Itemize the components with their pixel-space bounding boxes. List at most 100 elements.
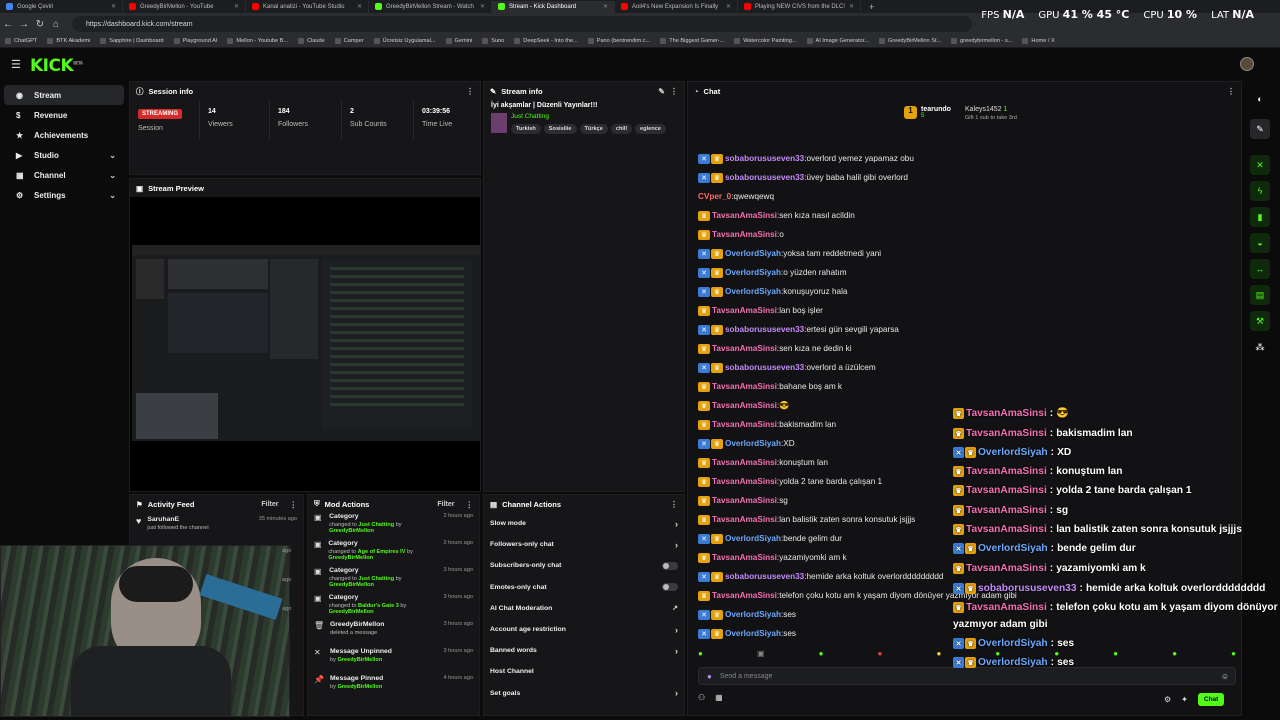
emote-icon[interactable]: ● — [878, 649, 883, 658]
bookmark[interactable]: Home / X — [1017, 38, 1059, 44]
emote-icon[interactable]: ● — [936, 649, 941, 658]
close-icon[interactable]: ✕ — [603, 3, 608, 10]
more-icon[interactable]: ⋮ — [670, 500, 678, 509]
ban-icon[interactable]: ✕ — [1250, 155, 1270, 175]
browser-tab[interactable]: Kanal analizi - YouTube Studio ✕ — [246, 0, 369, 13]
chat-username[interactable]: TavsanAmaSinsi — [712, 420, 777, 429]
chat-message[interactable]: ♛ TavsanAmaSinsi: lan boş işler — [698, 301, 1238, 320]
activity-user[interactable]: SaruhanE — [147, 516, 208, 523]
sidebar-item-studio[interactable]: ▶ Studio ⌄ — [4, 145, 124, 165]
reload-icon[interactable]: ↻ — [32, 19, 48, 30]
back-icon[interactable]: ← — [0, 19, 16, 30]
url-input[interactable]: https://dashboard.kick.com/stream — [72, 16, 972, 32]
emote-icon[interactable]: ● — [1113, 649, 1118, 658]
bookmark[interactable]: Sapphire | Dashboard — [95, 38, 168, 44]
toggle-switch[interactable] — [662, 561, 678, 570]
browser-tab[interactable]: GreedyBirMellon Stream - Watch ✕ — [369, 0, 492, 13]
kick-logo[interactable]: KICKBETA — [30, 56, 83, 76]
chat-username[interactable]: TavsanAmaSinsi — [712, 553, 777, 562]
chat-username[interactable]: TavsanAmaSinsi — [712, 382, 777, 391]
chat-username[interactable]: sobaborususeven33 — [725, 363, 804, 372]
gifter-name[interactable]: tearundo — [921, 106, 951, 113]
bookmark[interactable]: Mellon - Youtube B... — [222, 38, 293, 44]
chat-username[interactable]: OverlordSiyah — [725, 629, 781, 638]
chat-username[interactable]: TavsanAmaSinsi — [712, 477, 777, 486]
emote-icon[interactable]: ● — [1172, 649, 1177, 658]
close-icon[interactable]: ✕ — [480, 3, 485, 10]
close-icon[interactable]: ✕ — [726, 3, 731, 10]
bookmark[interactable]: Pano (bentrendim.c... — [583, 38, 655, 44]
avatar[interactable] — [1240, 57, 1254, 71]
more-icon[interactable]: ⋮ — [466, 87, 474, 96]
chat-username[interactable]: sobaborususeven33 — [725, 154, 804, 163]
close-icon[interactable]: ✕ — [234, 3, 239, 10]
add-action-icon[interactable]: ⁂ — [1250, 337, 1270, 357]
gear-icon[interactable]: ⚙ — [1164, 695, 1171, 704]
bookmark[interactable]: Ücretsiz Uygulamal... — [369, 38, 441, 44]
home-icon[interactable]: ⌂ — [48, 19, 64, 30]
chat-message[interactable]: ✕ ♛ sobaborususeven33: overlord yemez yapa… — [698, 149, 1238, 168]
bookmark[interactable]: Claude — [293, 38, 330, 44]
stream-tag[interactable]: Türkçe — [579, 124, 608, 134]
mod-action-user[interactable]: GreedyBirMellon — [329, 582, 374, 588]
chat-username[interactable]: OverlordSiyah — [725, 287, 781, 296]
chat-bubble-icon[interactable]: ◒ — [1250, 233, 1270, 253]
forward-icon[interactable]: → — [16, 19, 32, 30]
channel-action-banned-words[interactable]: Banned words › — [484, 640, 684, 661]
trash-icon[interactable]: ▮ — [1250, 207, 1270, 227]
chat-username[interactable]: OverlordSiyah — [725, 249, 781, 258]
sidebar-item-channel[interactable]: ▦ Channel ⌄ — [4, 165, 124, 185]
more-icon[interactable]: ⋮ — [466, 500, 474, 509]
close-icon[interactable]: ✕ — [111, 3, 116, 10]
chat-username[interactable]: sobaborususeven33 — [725, 572, 804, 581]
stream-tag[interactable]: chill — [610, 124, 633, 134]
emoji-icon[interactable]: ☺ — [1221, 672, 1229, 681]
browser-tab[interactable]: Playing NEW CIVS from the DLC! ✕ — [738, 0, 861, 13]
emote-icon[interactable]: ● — [698, 649, 703, 658]
sidebar-item-settings[interactable]: ⚙ Settings ⌄ — [4, 185, 124, 205]
bookmark[interactable]: Gemini — [441, 38, 478, 44]
chat-input[interactable]: ● Send a message ☺ — [698, 667, 1236, 685]
preview-video[interactable] — [130, 197, 480, 491]
stream-tag[interactable]: eglence — [635, 124, 666, 134]
bookmark[interactable]: The Biggest Gamer-... — [655, 38, 729, 44]
new-tab-icon[interactable]: + — [869, 2, 874, 12]
stream-tag[interactable]: Sosisliie — [543, 124, 577, 134]
more-icon[interactable]: ⋮ — [290, 500, 298, 509]
bookmark[interactable]: AI Image Generator... — [802, 38, 874, 44]
edit-icon[interactable]: ✎ — [1250, 119, 1270, 139]
channel-action-set-goals[interactable]: Set goals › — [484, 683, 684, 704]
toggle-switch[interactable] — [662, 583, 678, 592]
raid-icon[interactable]: ↔ — [1250, 259, 1270, 279]
browser-tab[interactable]: Stream - Kick Dashboard ✕ — [492, 0, 615, 13]
edit-icon[interactable]: ✎ — [658, 87, 665, 96]
bookmark[interactable]: GreedyBirMellon St... — [874, 38, 946, 44]
chat-username[interactable]: TavsanAmaSinsi — [712, 515, 777, 524]
browser-tab[interactable]: Google Çeviri ✕ — [0, 0, 123, 13]
bookmark[interactable]: Watercolor Painting... — [729, 38, 801, 44]
bookmark[interactable]: Suno — [477, 38, 509, 44]
gift-prompt[interactable]: Gift 1 sub to take 3rd — [965, 115, 1017, 121]
chat-username[interactable]: TavsanAmaSinsi — [712, 211, 777, 220]
chat-username[interactable]: TavsanAmaSinsi — [712, 458, 777, 467]
close-icon[interactable]: ✕ — [849, 3, 854, 10]
mod-action-user[interactable]: GreedyBirMellon — [329, 528, 374, 534]
bookmark[interactable]: ChatGPT — [0, 38, 42, 44]
chat-message[interactable]: ♛ TavsanAmaSinsi: sen kıza ne dedin ki — [698, 339, 1238, 358]
close-icon[interactable]: ✕ — [357, 3, 362, 10]
channel-action-account-age-restriction[interactable]: Account age restriction › — [484, 619, 684, 640]
sidebar-item-achievements[interactable]: ★ Achievements — [4, 125, 124, 145]
calendar-icon[interactable]: ▦ — [715, 693, 723, 702]
emote-icon[interactable]: ▣ — [757, 649, 765, 658]
sidebar-item-stream[interactable]: ◉ Stream — [4, 85, 124, 105]
chat-username[interactable]: TavsanAmaSinsi — [712, 401, 777, 410]
chat-username[interactable]: TavsanAmaSinsi — [712, 591, 777, 600]
chat-message[interactable]: ♛ TavsanAmaSinsi: sen kıza nasıl acildin — [698, 206, 1238, 225]
chat-message[interactable]: ✕ ♛ sobaborususeven33: üvey baba halil gib… — [698, 168, 1238, 187]
mod-action-user[interactable]: GreedyBirMellon — [328, 555, 373, 561]
channel-action-subscribers-only-chat[interactable]: Subscribers-only chat — [484, 555, 684, 576]
filter-button[interactable]: Filter — [261, 501, 278, 508]
browser-tab[interactable]: GreedyBirMellon - YouTube ✕ — [123, 0, 246, 13]
channel-action-emotes-only-chat[interactable]: Emotes-only chat — [484, 577, 684, 598]
moon-icon[interactable]: ◐ — [1250, 89, 1270, 109]
